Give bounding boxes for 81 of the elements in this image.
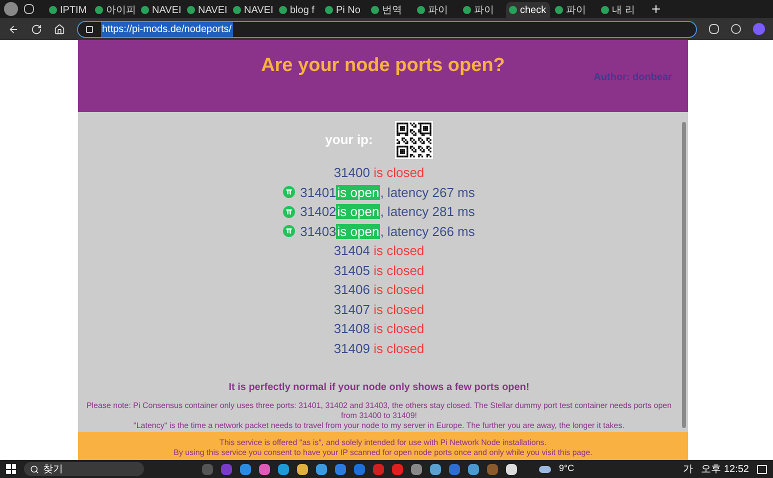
port-result: 31403is open, latency 266 ms [300,222,475,241]
port-result: 31405 is closed [334,262,424,280]
port-result: 31409 is closed [334,340,424,358]
port-result: 31407 is closed [334,300,424,318]
port-result: 31401is open, latency 267 ms [300,184,475,202]
browser-tab[interactable]: Pi No [322,2,366,18]
tab-title: 아이피 [106,4,136,18]
url-text: https://pi-mods.de/nodeports/ [101,22,233,36]
latency-note: "Latency" is the time a network packet needs to travel from your node to my server in Europe. The further you are away, the longer it takes. [134,421,624,431]
taskbar-app-icon[interactable] [468,464,479,474]
browser-tab[interactable]: 번역 [368,2,412,18]
taskbar-app-icon[interactable] [430,464,441,474]
port-result: 31404 is closed [334,242,424,260]
tab-favicon-icon [463,6,471,14]
taskbar-search[interactable]: 찾기 [24,462,144,476]
tab-title: blog f [290,4,314,18]
new-tab-icon[interactable] [650,3,662,15]
page-title: Are your node ports open? [261,54,505,78]
taskbar-app-icon[interactable] [316,464,327,474]
tab-favicon-icon [371,6,379,14]
weather-text: 9°C [559,462,574,476]
footer-text: This service is offered "as is", and solely intended for use with Pi Network Node installations. [219,438,547,448]
notice-text: It is perfectly normal if your node only shows a few ports open! [228,381,530,395]
tab-favicon-icon [187,6,195,14]
browser-tab[interactable]: 파이 [552,2,596,18]
taskbar-app-icon[interactable] [297,464,308,474]
tab-title: IPTIM [60,4,87,18]
tab-title: 내 리 [612,4,635,18]
ime-indicator[interactable]: 가 [683,462,694,476]
refresh-icon[interactable] [31,24,42,34]
browser-tab[interactable]: blog f [276,2,320,18]
browser-tab[interactable]: NAVEI [138,2,182,18]
tab-title: NAVEI [244,4,274,18]
qr-code [394,121,433,159]
tab-favicon-icon [417,6,425,14]
browser-tab[interactable]: 파이 [460,2,504,18]
tab-title: check [520,4,546,18]
profile-avatar[interactable] [4,2,18,16]
tab-title: 번역 [382,4,402,18]
tab-favicon-icon [279,6,287,14]
address-bar[interactable]: https://pi-mods.de/nodeports/ [77,20,697,38]
tab-title: 파이 [566,4,586,18]
tab-favicon-icon [49,6,57,14]
port-result: 31400 is closed [334,164,424,182]
taskbar-app-icon[interactable] [278,464,289,474]
browser-tab[interactable]: NAVEI [184,2,228,18]
browser-tab[interactable]: 파이 [414,2,458,18]
port-result: 31408 is closed [334,320,424,338]
tab-title: Pi No [336,4,360,18]
home-icon[interactable] [54,24,65,34]
browser-tab[interactable]: IPTIM [46,2,90,18]
taskbar-app-icon[interactable] [259,464,270,474]
note-text: Please note: Pi Consensus container only uses three ports: 31401, 31402 and 31403, the others stay closed. The Stellar dummy port test container needs ports open from 31400 to 31409! [85,401,673,421]
tab-favicon-icon [555,6,563,14]
search-placeholder: 찾기 [43,462,63,476]
tab-title: NAVEI [198,4,228,18]
back-icon[interactable] [8,24,19,34]
author-text: Author: donbear [594,71,672,85]
browser-tab[interactable]: 내 리 [598,2,642,18]
tab-favicon-icon [233,6,241,14]
start-icon[interactable] [6,464,16,474]
tab-favicon-icon [509,6,517,14]
tab-favicon-icon [95,6,103,14]
clock-time[interactable]: 오후 12:52 [701,462,749,476]
browser-tab[interactable]: NAVEI [230,2,274,18]
tab-title: 파이 [474,4,494,18]
tab-title: 파이 [428,4,448,18]
tab-title: NAVEI [152,4,182,18]
tab-favicon-icon [601,6,609,14]
pi-badge-icon [283,206,296,218]
pi-badge-icon [283,186,296,198]
pi-badge-icon [283,225,296,238]
search-icon [30,464,39,474]
port-result: 31402is open, latency 281 ms [300,203,475,221]
port-result: 31406 is closed [334,281,424,299]
tab-favicon-icon [325,6,333,14]
tab-favicon-icon [141,6,149,14]
taskbar-app-icon[interactable] [506,464,517,474]
browser-tab[interactable]: check [506,2,550,18]
browser-tab[interactable]: 아이피 [92,2,136,18]
footer-text: By using this service you consent to have your IP scanned for open node ports once and only while you visit this page. [174,448,592,458]
